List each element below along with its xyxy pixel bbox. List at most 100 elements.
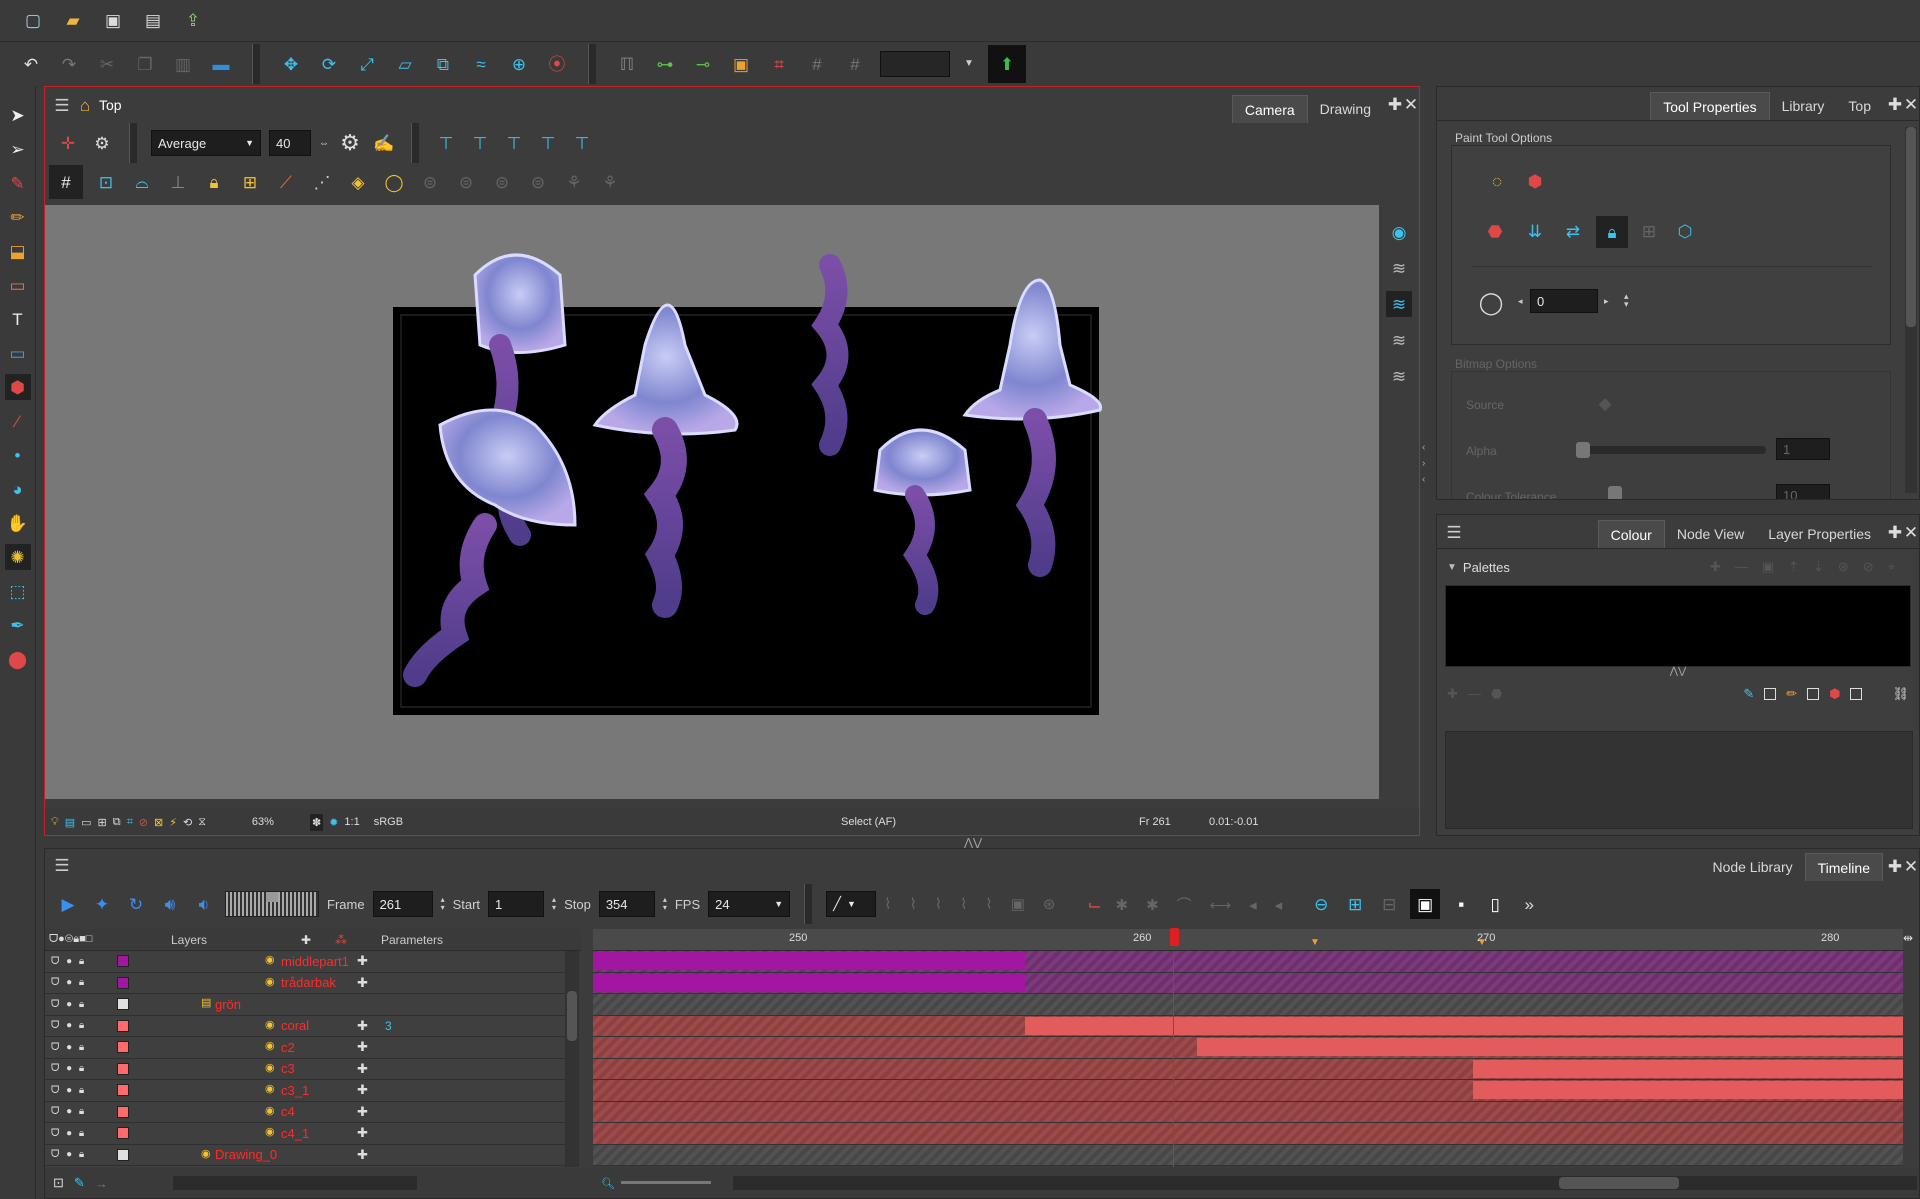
lasso-icon[interactable]: ◌ <box>1484 168 1510 194</box>
paint-lock-icon[interactable]: 🔒︎ <box>1596 216 1628 248</box>
pencil-colour-swatch[interactable] <box>1807 688 1820 700</box>
start-stepper-icon[interactable]: ▴ ▾ <box>552 896 556 912</box>
brush-colour-icon[interactable]: ✎ <box>1743 686 1754 702</box>
onion-view-icon[interactable]: ⌓ <box>129 169 155 195</box>
close-panel-icon[interactable]: ✕ <box>1403 91 1419 117</box>
grid-icon[interactable]: # <box>49 165 83 199</box>
fill-swap-icon[interactable]: ⇄ <box>1560 218 1586 244</box>
brush-small-icon[interactable]: ✎ <box>74 1175 85 1191</box>
dropper-icon[interactable]: ⁄ <box>5 408 31 434</box>
layer-name[interactable]: trådarbak <box>281 975 336 990</box>
layer-name[interactable]: Drawing_0 <box>215 1147 277 1162</box>
guide-delete-icon[interactable]: ⊤ <box>501 130 527 156</box>
mirror-icon[interactable]: ◯ <box>381 169 407 195</box>
layer-toggle-icons[interactable]: ᗜ ● 🔒︎ <box>51 977 86 988</box>
swatch-list[interactable] <box>1445 731 1913 829</box>
safe-icon[interactable]: ▭ <box>81 816 91 829</box>
rotation-dial-icon[interactable]: ◯ <box>1478 290 1504 316</box>
timeline-track[interactable] <box>593 972 1903 994</box>
timeline-track[interactable] <box>593 1123 1903 1145</box>
palette-list[interactable] <box>1445 585 1911 667</box>
tab-layer-properties[interactable]: Layer Properties <box>1756 520 1883 548</box>
frame-stepper-icon[interactable]: ▴ ▾ <box>441 896 445 912</box>
skew-icon[interactable]: ▱ <box>392 51 418 77</box>
onion-icon[interactable]: ⌗ <box>127 816 133 829</box>
playhead-handle[interactable] <box>1170 928 1179 946</box>
render-icon[interactable]: ⧉ <box>113 816 121 829</box>
envelope-deformer-icon[interactable]: ▣ <box>728 51 754 77</box>
curve-deformer-icon[interactable]: ⊸ <box>690 51 716 77</box>
camera-icon[interactable]: ⊡ <box>53 1175 64 1191</box>
layer-row[interactable]: ᗜ ● 🔒︎ ◉ middlepart1 ✚ <box>45 951 565 973</box>
cut-icon[interactable]: ✂ <box>94 51 120 77</box>
maintain-size-icon[interactable]: ⧉ <box>430 51 456 77</box>
scale-icon[interactable]: ⤢ <box>354 51 380 77</box>
rotate-view-icon[interactable]: ◕ <box>5 476 31 502</box>
panel-scrollbar[interactable] <box>1905 127 1917 493</box>
palettes-toggle-icon[interactable]: ▼ <box>1447 562 1457 573</box>
contour-editor-icon[interactable]: ➢ <box>5 136 31 162</box>
add-sublayer-icon[interactable]: ✚ <box>357 975 368 991</box>
pivot-tool-icon[interactable]: • <box>5 442 31 468</box>
layer-row[interactable]: ᗜ ● 🔒︎ ◉ coral ✚ 3 <box>45 1015 565 1037</box>
timeline-track[interactable] <box>593 1101 1903 1123</box>
layer-list-scrollbar[interactable] <box>565 951 579 1167</box>
add-sublayer-icon[interactable]: ✚ <box>357 1125 368 1141</box>
layer-row[interactable]: ᗜ ● 🔒︎ ◉ c2 ✚ <box>45 1037 565 1059</box>
hand-icon[interactable]: ✋ <box>5 510 31 536</box>
layer-toggle-icons[interactable]: ᗜ ● 🔒︎ <box>51 956 86 967</box>
guide-eye-icon[interactable]: ⊤ <box>433 130 459 156</box>
timeline-zoom-right-icon[interactable]: ⇹ <box>1903 931 1913 945</box>
lock-icon[interactable]: 🔒︎ <box>201 169 227 195</box>
layer-row[interactable]: ᗜ ● 🔒︎ ▤ grön <box>45 994 565 1016</box>
exposure-block[interactable] <box>593 973 1025 992</box>
add-panel-icon[interactable]: ✚ <box>1887 853 1903 879</box>
close-panel-icon[interactable]: ✕ <box>1903 853 1919 879</box>
exposure-block[interactable] <box>593 952 1025 970</box>
stop-input[interactable]: 354 <box>598 891 655 917</box>
tab-colour[interactable]: Colour <box>1597 520 1665 548</box>
pencil-icon[interactable]: ✏ <box>5 204 31 230</box>
exposure-block[interactable] <box>1473 1059 1903 1078</box>
add-panel-icon[interactable]: ✚ <box>1887 91 1903 117</box>
playhead[interactable] <box>1173 951 1174 1167</box>
layer-row[interactable]: ᗜ ● 🔒︎ ◉ c4_1 ✚ <box>45 1123 565 1145</box>
close-panel-icon[interactable]: ✕ <box>1903 519 1919 545</box>
link-icon[interactable]: ⛓︎ <box>1892 686 1909 702</box>
close-panel-icon[interactable]: ✕ <box>1903 91 1919 117</box>
interpolation-select[interactable]: ╱ ▼ <box>826 891 877 917</box>
timeline-track[interactable] <box>593 951 1903 973</box>
add-sublayer-icon[interactable]: ✚ <box>357 953 368 969</box>
deformer-icon[interactable]: ℿ <box>614 51 640 77</box>
marker-orange-2-icon[interactable]: ▼ <box>1477 937 1487 948</box>
layer-row[interactable]: ᗜ ● 🔒︎ ◉ c3_1 ✚ <box>45 1080 565 1102</box>
layers-lightbox-icon[interactable]: ≋ <box>1386 291 1412 317</box>
add-sublayer-icon[interactable]: ✚ <box>357 1104 368 1120</box>
layer-colour-swatch[interactable] <box>117 1105 129 1118</box>
fill-select-icon[interactable]: ⬡ <box>1672 218 1698 244</box>
palette-split-handle[interactable]: ⋀⋁ <box>1437 667 1919 677</box>
eye-view-icon[interactable]: ◉ <box>1386 219 1412 245</box>
redo-icon[interactable]: ↷ <box>56 51 82 77</box>
layer-name[interactable]: c4_1 <box>281 1126 309 1141</box>
fps-select[interactable]: 24 ▼ <box>708 891 791 917</box>
timeline-tracks[interactable] <box>593 951 1903 1167</box>
table-icon[interactable]: ⊞ <box>98 816 107 829</box>
layer-name[interactable]: c3 <box>281 1061 295 1076</box>
layer-name[interactable]: grön <box>215 997 241 1012</box>
tab-tool-properties[interactable]: Tool Properties <box>1650 92 1770 120</box>
light-table-icon[interactable]: ⊥ <box>165 169 191 195</box>
layer-toggle-icons[interactable]: ᗜ ● 🔒︎ <box>51 999 86 1010</box>
rectangle-icon[interactable]: ▭ <box>5 340 31 366</box>
brush-colour-swatch[interactable] <box>1764 688 1777 700</box>
layer-name[interactable]: c2 <box>281 1040 295 1055</box>
paint-colour-icon[interactable]: ⬢ <box>1829 686 1840 702</box>
play-icon[interactable]: ▶ <box>55 891 81 917</box>
layer-toggle-icons[interactable]: ᗜ ● 🔒︎ <box>51 1020 86 1031</box>
chevron-down-icon[interactable]: ▼ <box>962 51 976 77</box>
save-as-icon[interactable]: ▤ <box>140 8 166 34</box>
timeline-track[interactable] <box>593 1058 1903 1080</box>
smoothing-value-input[interactable]: 40 <box>269 130 311 156</box>
tab-top[interactable]: Top <box>1836 92 1883 120</box>
settings-gear-icon[interactable]: ⚙ <box>89 130 115 156</box>
